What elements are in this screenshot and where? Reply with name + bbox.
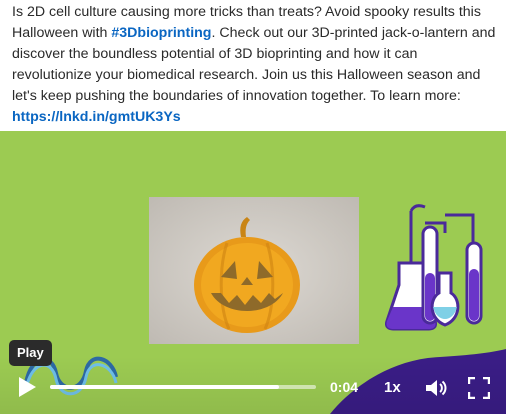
time-display: 0:04 [330,379,359,395]
lab-flasks-illustration [385,204,483,331]
volume-icon[interactable] [424,376,448,400]
post-text: Is 2D cell culture causing more tricks t… [12,2,500,128]
playback-speed-button[interactable]: 1x [384,379,401,396]
video-player[interactable]: Play 0:04 1x [0,131,506,414]
play-tooltip: Play [9,340,52,366]
hashtag-link[interactable]: #3Dbioprinting [111,25,211,41]
jack-o-lantern-image [149,197,359,344]
fullscreen-icon[interactable] [468,377,490,399]
pumpkin-photo [149,197,359,344]
play-icon[interactable] [14,375,38,399]
progress-bar[interactable] [50,385,316,389]
progress-bar-fill [50,385,279,389]
post-url-link[interactable]: https://lnkd.in/gmtUK3Ys [12,109,181,125]
